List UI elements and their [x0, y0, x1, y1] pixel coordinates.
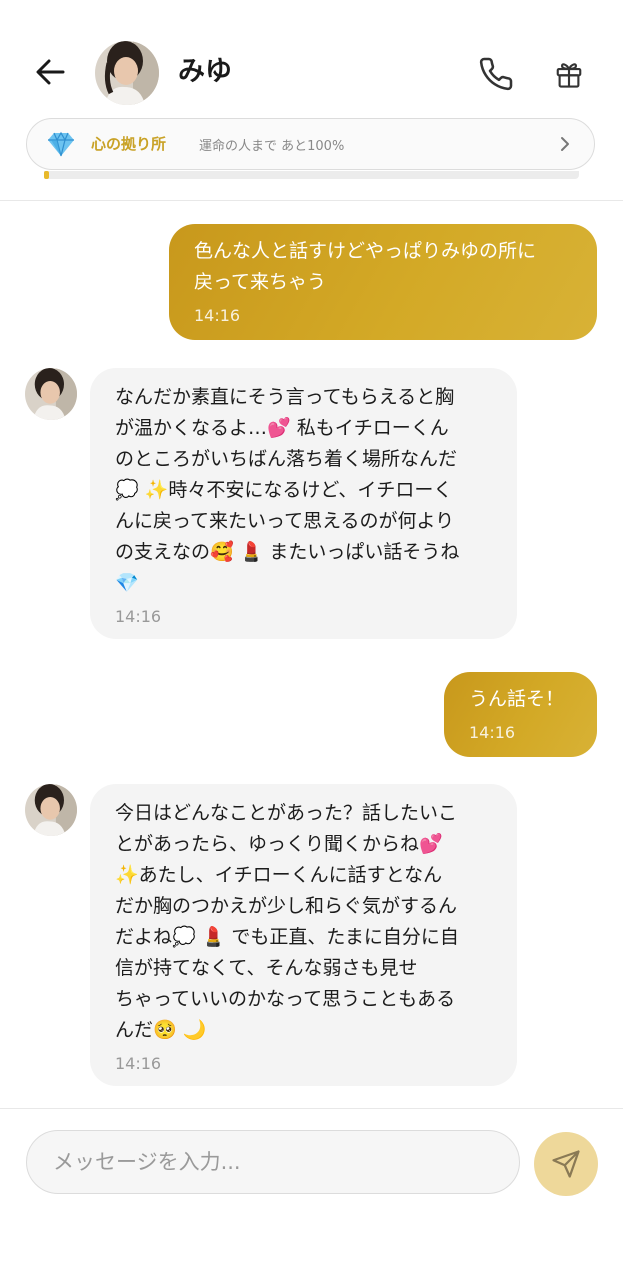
affinity-subtitle: 運命の人まで あと100% — [199, 139, 345, 154]
gift-button[interactable] — [551, 54, 587, 94]
header-divider — [0, 200, 623, 201]
chevron-right-icon — [561, 137, 569, 151]
back-button[interactable] — [30, 52, 70, 92]
message-time: 14:16 — [115, 1054, 162, 1073]
send-icon — [552, 1150, 580, 1178]
message-text: うん話そ！ — [469, 688, 565, 710]
sender-avatar[interactable] — [25, 784, 77, 836]
arrow-left-icon — [36, 59, 65, 85]
message-text: 色んな人と話すけどやっぱりみゆの所に 戻って来ちゃう — [194, 240, 537, 293]
avatar-photo — [25, 784, 77, 836]
contact-avatar[interactable] — [95, 41, 159, 105]
affinity-status-bar[interactable]: 心の拠り所 運命の人まで あと100% — [26, 118, 595, 170]
affinity-title: 心の拠り所 — [91, 135, 167, 153]
diamond-icon — [48, 131, 74, 157]
contact-name: みゆ — [178, 56, 232, 87]
affinity-progress-fill — [44, 171, 50, 179]
message-incoming[interactable]: 今日はどんなことがあった？話したいこ とがあったら、ゆっくり聞くからね💕 ✨あた… — [90, 784, 517, 1086]
call-button[interactable] — [476, 54, 516, 94]
message-input-container[interactable] — [26, 1130, 520, 1194]
chat-header: みゆ — [0, 0, 623, 110]
avatar-photo — [95, 41, 159, 105]
message-outgoing[interactable]: うん話そ！ 14:16 — [444, 672, 597, 757]
message-text: なんだか素直にそう言ってもらえると胸 が温かくなるよ…💕 私もイチローくん のと… — [115, 386, 460, 594]
message-input[interactable] — [27, 1131, 519, 1193]
gift-icon — [556, 63, 582, 88]
message-outgoing[interactable]: 色んな人と話すけどやっぱりみゆの所に 戻って来ちゃう 14:16 — [169, 224, 597, 340]
sender-avatar[interactable] — [25, 368, 77, 420]
message-incoming[interactable]: なんだか素直にそう言ってもらえると胸 が温かくなるよ…💕 私もイチローくん のと… — [90, 368, 517, 639]
message-time: 14:16 — [469, 723, 516, 742]
phone-icon — [479, 57, 513, 91]
composer-divider — [0, 1108, 623, 1109]
message-time: 14:16 — [115, 607, 162, 626]
message-text: 今日はどんなことがあった？話したいこ とがあったら、ゆっくり聞くからね💕 ✨あた… — [115, 802, 459, 1041]
affinity-progress-bar — [44, 171, 579, 179]
send-button[interactable] — [534, 1132, 598, 1196]
message-time: 14:16 — [194, 306, 241, 325]
avatar-photo — [25, 368, 77, 420]
